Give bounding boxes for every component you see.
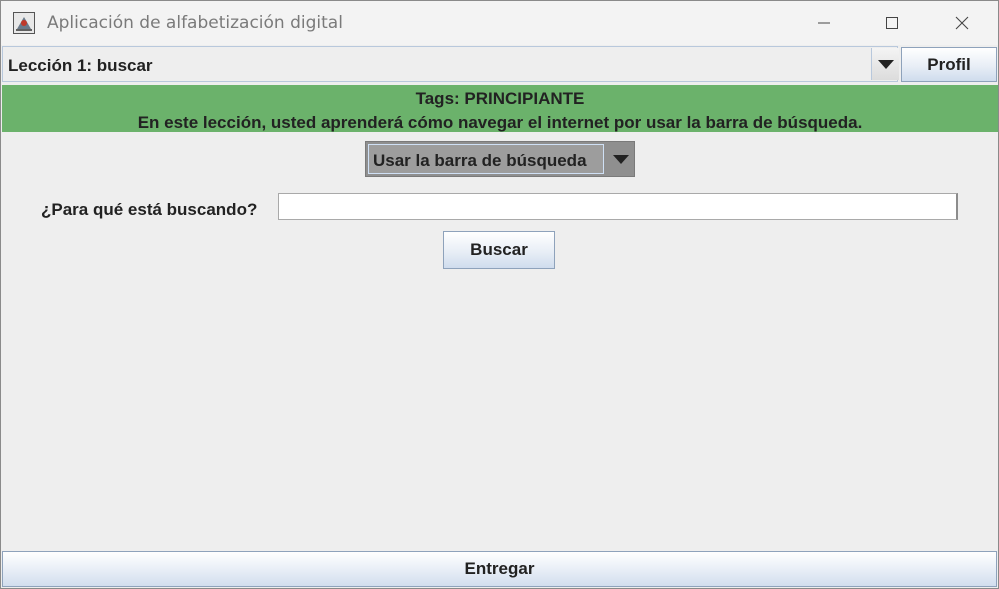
lesson-dropdown[interactable]: Lección 1: buscar (2, 46, 899, 82)
app-window: Aplicación de alfabetización digital Lec… (0, 0, 999, 589)
lesson-info-banner: Tags: PRINCIPIANTE En este lección, uste… (2, 85, 998, 132)
java-app-icon (13, 12, 35, 34)
sub-lesson-dropdown[interactable]: Usar la barra de búsqueda (365, 141, 635, 177)
search-button[interactable]: Buscar (443, 231, 555, 269)
profile-button[interactable]: Profil (901, 47, 997, 82)
lesson-tags: Tags: PRINCIPIANTE (415, 89, 585, 108)
close-icon (955, 16, 969, 30)
maximize-button[interactable] (857, 1, 927, 45)
lesson-description: En este lección, usted aprenderá cómo na… (137, 113, 863, 132)
minimize-icon (818, 22, 830, 24)
lesson-dropdown-value: Lección 1: buscar (8, 56, 153, 75)
chevron-down-icon (612, 154, 629, 164)
submit-button[interactable]: Entregar (2, 551, 997, 587)
title-bar[interactable]: Aplicación de alfabetización digital (1, 1, 998, 45)
window-title: Aplicación de alfabetización digital (47, 13, 343, 33)
minimize-button[interactable] (789, 1, 859, 45)
sub-lesson-dropdown-field: Usar la barra de búsqueda (368, 144, 604, 174)
sub-lesson-dropdown-arrow-button[interactable] (607, 143, 634, 175)
sub-lesson-dropdown-value: Usar la barra de búsqueda (373, 151, 587, 170)
search-label: ¿Para qué está buscando? (41, 200, 258, 219)
maximize-icon (886, 17, 898, 29)
search-input[interactable] (278, 193, 958, 220)
lesson-dropdown-arrow-button[interactable] (871, 48, 899, 80)
close-button[interactable] (927, 1, 997, 45)
chevron-down-icon (877, 59, 894, 69)
